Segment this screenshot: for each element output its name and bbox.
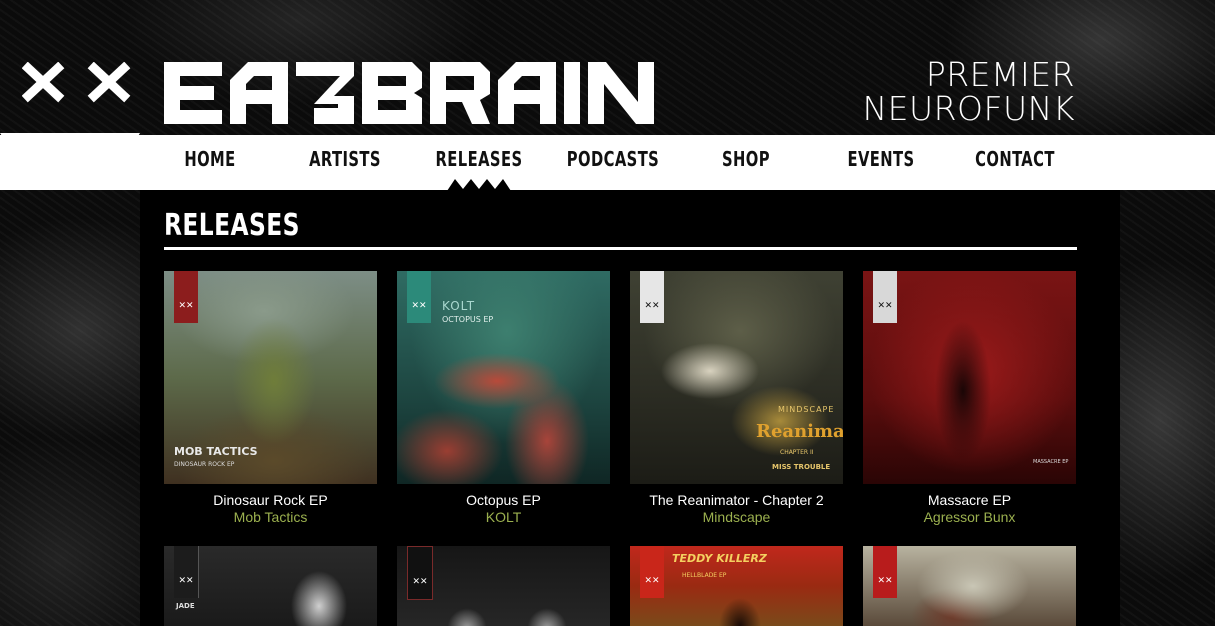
cover-title-text: HELLBLADE EP — [682, 572, 727, 579]
release-card[interactable]: ✕✕ MOB TACTICS DINOSAUR ROCK EP Dinosaur… — [164, 271, 377, 525]
nav-item-releases[interactable]: RELEASES — [436, 147, 523, 171]
release-card[interactable]: ✕✕ — [863, 546, 1076, 626]
release-card[interactable]: ✕✕ JADE — [164, 546, 377, 626]
release-artist[interactable]: KOLT — [397, 509, 610, 525]
release-artist[interactable]: Agressor Bunx — [863, 509, 1076, 525]
label-badge-icon: ✕✕ — [407, 546, 433, 600]
cover-title-text: MASSACRE EP — [1033, 459, 1069, 465]
release-cover-dinosaur-rock[interactable]: ✕✕ MOB TACTICS DINOSAUR ROCK EP — [164, 271, 377, 484]
eatbrain-wordmark[interactable] — [164, 62, 714, 124]
release-title[interactable]: Dinosaur Rock EP — [164, 492, 377, 508]
release-card[interactable]: ✕✕ — [397, 546, 610, 626]
cover-artist-text: MOB TACTICS — [174, 445, 258, 458]
release-title[interactable]: Massacre EP — [863, 492, 1076, 508]
cover-title-text: OCTOPUS EP — [442, 315, 494, 324]
release-cover[interactable]: ✕✕ JADE — [164, 546, 377, 626]
release-artist[interactable]: Mob Tactics — [164, 509, 377, 525]
release-card[interactable]: ✕✕ KOLT OCTOPUS EP Octopus EP KOLT — [397, 271, 610, 525]
release-title[interactable]: The Reanimator - Chapter 2 — [630, 492, 843, 508]
logo-teeth-icon — [0, 133, 140, 163]
cover-artist-text: JADE — [176, 602, 195, 610]
release-cover[interactable]: ✕✕ — [397, 546, 610, 626]
cover-title-text: Reanimator — [756, 421, 843, 442]
label-badge-icon: ✕✕ — [174, 546, 199, 598]
nav-item-home[interactable]: HOME — [184, 147, 235, 171]
label-badge-icon: ✕✕ — [640, 546, 664, 598]
label-badge-icon: ✕✕ — [873, 546, 897, 598]
release-card[interactable]: ✕✕ MASSACRE EP Massacre EP Agressor Bunx — [863, 271, 1076, 525]
cover-subtitle-text: CHAPTER II — [780, 449, 814, 456]
release-cover[interactable]: ✕✕ TEDDY KILLERZ HELLBLADE EP — [630, 546, 843, 626]
release-cover-massacre[interactable]: ✕✕ MASSACRE EP — [863, 271, 1076, 484]
nav-item-podcasts[interactable]: PODCASTS — [567, 147, 659, 171]
brand-tagline: PREMIER NEUROFUNK — [862, 58, 1075, 126]
release-card[interactable]: ✕✕ MINDSCAPE Reanimator CHAPTER II MISS … — [630, 271, 843, 525]
label-badge-icon: ✕✕ — [407, 271, 431, 323]
nav-item-contact[interactable]: CONTACT — [975, 147, 1055, 171]
tagline-line-2: NEUROFUNK — [862, 89, 1075, 128]
release-artist[interactable]: Mindscape — [630, 509, 843, 525]
label-badge-icon: ✕✕ — [174, 271, 198, 323]
nav-item-events[interactable]: EVENTS — [847, 147, 914, 171]
tagline-line-1: PREMIER — [925, 55, 1075, 94]
label-badge-icon: ✕✕ — [640, 271, 664, 323]
release-card[interactable]: ✕✕ TEDDY KILLERZ HELLBLADE EP — [630, 546, 843, 626]
release-title[interactable]: Octopus EP — [397, 492, 610, 508]
cover-artist-text: TEDDY KILLERZ — [672, 552, 767, 565]
label-badge-icon: ✕✕ — [873, 271, 897, 323]
nav-item-artists[interactable]: ARTISTS — [309, 147, 381, 171]
nav-item-shop[interactable]: SHOP — [722, 147, 770, 171]
page-title: RELEASES — [164, 208, 300, 243]
cover-feature-text: MISS TROUBLE — [772, 463, 831, 471]
cover-artist-text: KOLT — [442, 299, 476, 313]
title-divider — [164, 247, 1077, 250]
cover-title-text: DINOSAUR ROCK EP — [174, 461, 235, 468]
release-cover-reanimator[interactable]: ✕✕ MINDSCAPE Reanimator CHAPTER II MISS … — [630, 271, 843, 484]
cover-artist-text: MINDSCAPE — [778, 405, 835, 414]
active-nav-indicator-icon — [447, 179, 511, 191]
release-cover-octopus[interactable]: ✕✕ KOLT OCTOPUS EP — [397, 271, 610, 484]
release-cover[interactable]: ✕✕ — [863, 546, 1076, 626]
